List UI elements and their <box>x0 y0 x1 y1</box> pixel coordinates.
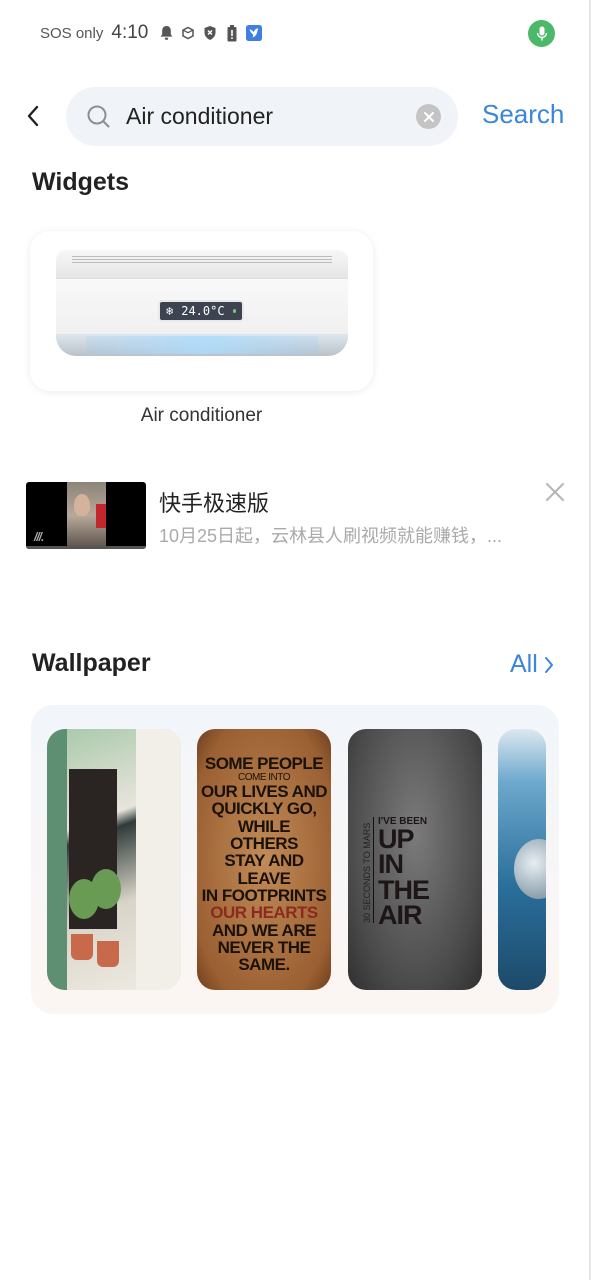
air-conditioner-image: ❄ 24.0°C <box>56 250 348 360</box>
wallpaper-text: AIR <box>378 900 423 931</box>
clear-search-button[interactable] <box>416 104 441 129</box>
ac-status-led <box>232 309 236 313</box>
clock: 4:10 <box>111 22 149 43</box>
ad-thumbnail[interactable]: ///. <box>26 482 146 549</box>
wallpaper-text: NEVER THE <box>217 937 311 957</box>
ad-description[interactable]: 10月25日起，云林县人刷视频就能赚钱，... <box>159 522 502 548</box>
close-icon <box>423 111 434 122</box>
carrier-status: SOS only <box>40 24 104 42</box>
chevron-right-icon <box>544 656 553 673</box>
status-bar: SOS only 4:10 <box>40 20 263 46</box>
battery-alert-icon <box>224 24 240 41</box>
wallpaper-all-link[interactable]: All <box>510 650 554 679</box>
wallpaper-thumbnail[interactable] <box>47 729 181 990</box>
wallpaper-text: 30 SECONDS TO MARS <box>362 817 374 923</box>
ac-vent <box>56 334 348 356</box>
widget-card-air-conditioner[interactable]: ❄ 24.0°C <box>30 231 373 391</box>
snowflake-icon: ❄ <box>166 304 174 318</box>
search-field[interactable] <box>66 87 458 146</box>
box-icon <box>180 25 196 41</box>
widget-label: Air conditioner <box>140 405 263 426</box>
wallpaper-text: IN FOOTPRINTS <box>201 885 327 905</box>
wallpaper-thumbnail[interactable] <box>498 729 546 990</box>
ad-title[interactable]: 快手极速版 <box>159 486 269 518</box>
back-button[interactable] <box>18 100 48 132</box>
widgets-section-title: Widgets <box>32 168 129 196</box>
microphone-in-use-icon <box>528 20 555 47</box>
wallpaper-text: OUR HEARTS <box>210 903 318 923</box>
wallpaper-text: STAY AND LEAVE <box>224 851 304 888</box>
wallpaper-text: OUR LIVES AND <box>200 781 328 801</box>
close-icon <box>546 483 564 501</box>
shield-x-icon <box>202 25 218 41</box>
app-notification-icon <box>246 25 263 41</box>
search-icon <box>87 105 110 127</box>
bell-icon <box>158 25 174 41</box>
search-input[interactable] <box>126 103 406 130</box>
wallpaper-carousel[interactable]: SOME PEOPLE COME INTO OUR LIVES AND QUIC… <box>31 705 559 1014</box>
wallpaper-text: QUICKLY GO, WHILE <box>211 799 317 836</box>
search-button[interactable]: Search <box>482 99 564 130</box>
wallpaper-text-block: I'VE BEEN UP IN THE AIR <box>378 817 430 931</box>
wallpaper-text: IN <box>378 849 404 880</box>
wallpaper-thumbnail[interactable]: SOME PEOPLE COME INTO OUR LIVES AND QUIC… <box>197 729 331 990</box>
ac-top-grille <box>56 250 348 278</box>
all-label: All <box>510 650 538 678</box>
ac-temperature: 24.0°C <box>181 304 225 318</box>
ad-brand-logo: ///. <box>34 530 44 544</box>
wallpaper-text: SAME. <box>238 955 290 975</box>
ad-dismiss-button[interactable] <box>543 480 567 504</box>
wallpaper-section-title: Wallpaper <box>32 649 151 677</box>
chevron-left-icon <box>27 105 39 127</box>
ac-display: ❄ 24.0°C <box>158 300 244 322</box>
wallpaper-text: SOME PEOPLE <box>204 754 324 774</box>
wallpaper-thumbnail[interactable]: 30 SECONDS TO MARS I'VE BEEN UP IN THE A… <box>348 729 482 990</box>
wallpaper-text: OTHERS <box>230 833 298 853</box>
wallpaper-text: AND WE ARE <box>212 920 316 940</box>
